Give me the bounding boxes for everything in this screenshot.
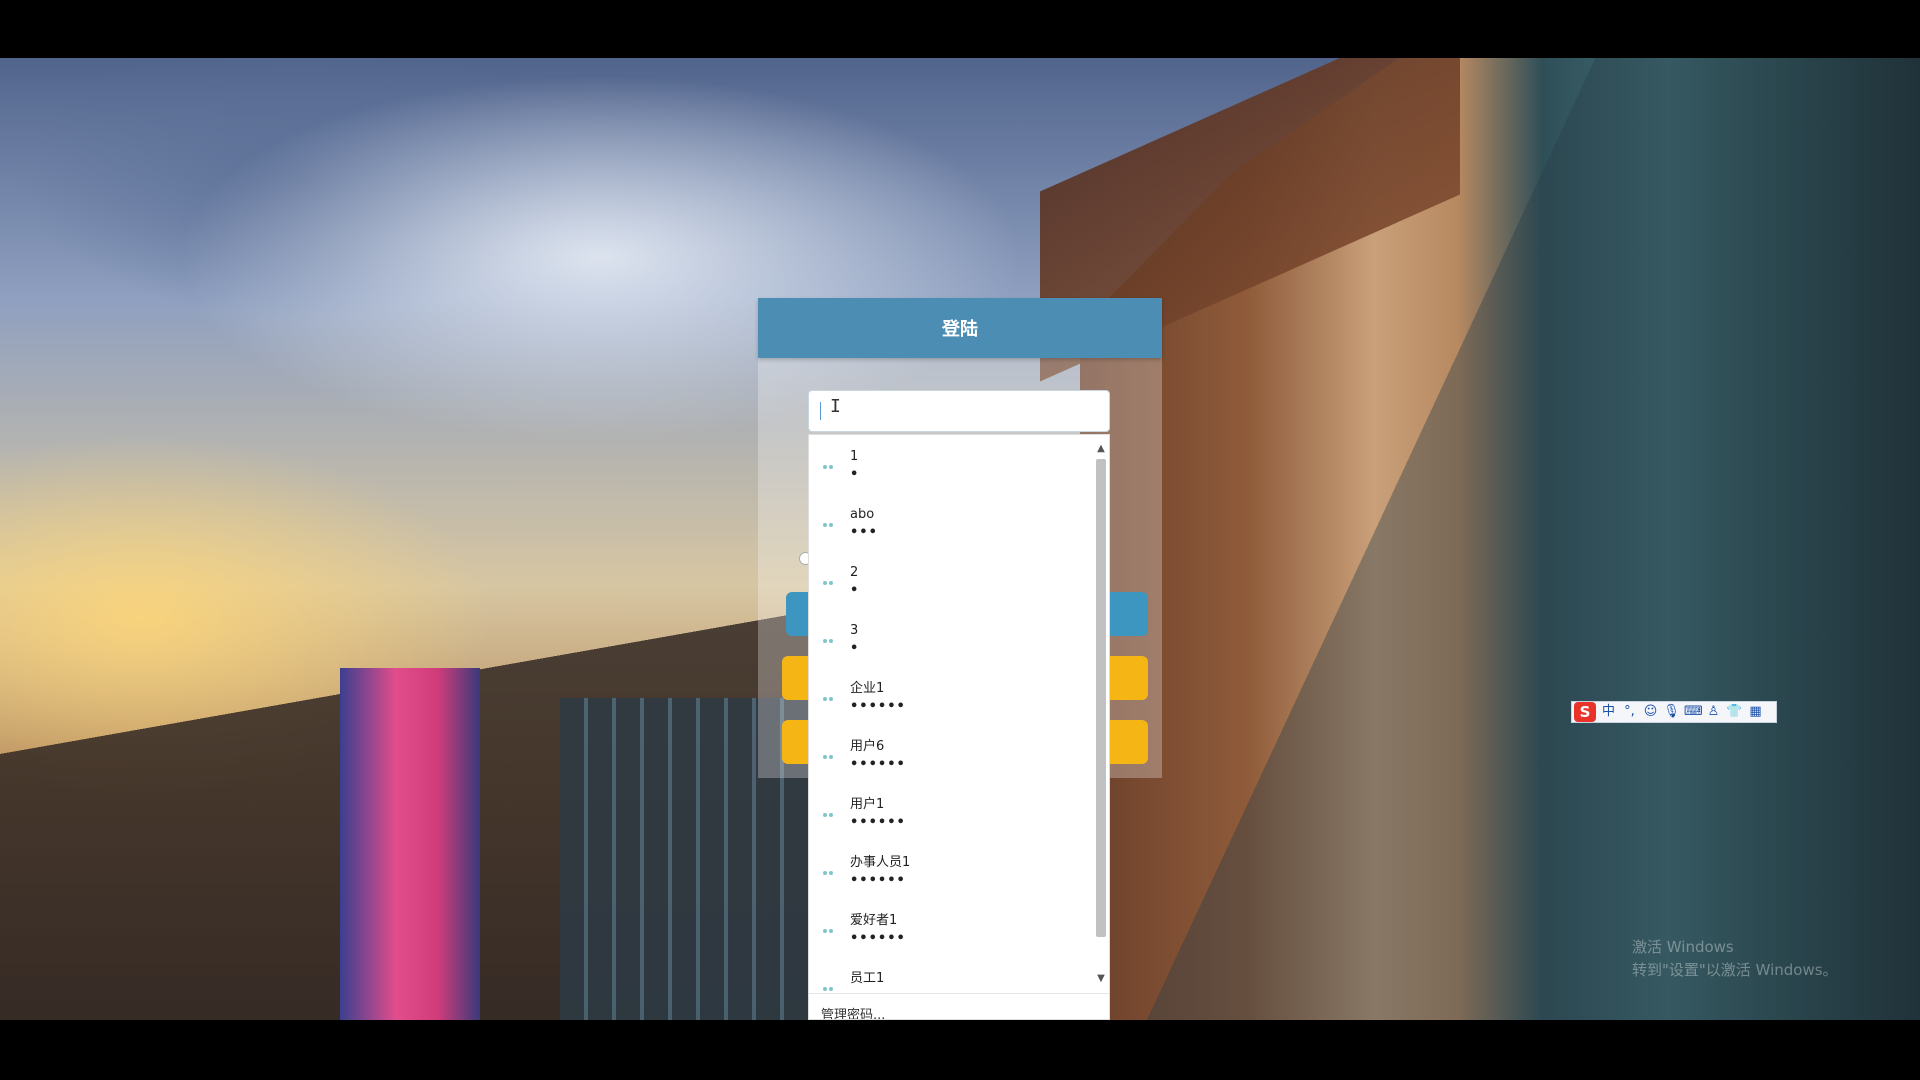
ime-mode-chinese[interactable]: 中 [1600, 702, 1617, 722]
key-icon [823, 523, 837, 529]
text-caret [820, 402, 821, 420]
username-input[interactable] [808, 390, 1110, 432]
suggestion-password: • [850, 467, 860, 482]
suggestion-password: • [850, 583, 860, 598]
suggestion-item[interactable]: abo ••• [809, 497, 1093, 555]
suggestion-password: ••• [850, 525, 878, 540]
suggestion-username: 员工1 [850, 971, 885, 986]
suggestion-username: 企业1 [850, 681, 885, 696]
suggestion-username: abo [850, 507, 875, 522]
suggestion-username: 用户6 [850, 739, 885, 754]
suggestion-item[interactable]: 2 • [809, 555, 1093, 613]
suggestion-password: •••••• [850, 931, 906, 946]
suggestion-list: 1 • abo ••• 2 • 3 • 企业1 •••••• 用户6 •••••… [809, 439, 1093, 993]
suggestion-password: •••••• [850, 699, 906, 714]
scroll-up-arrow-icon[interactable]: ▲ [1093, 441, 1109, 457]
autofill-dropdown: 1 • abo ••• 2 • 3 • 企业1 •••••• 用户6 •••••… [808, 434, 1110, 1020]
key-icon [823, 929, 837, 935]
punctuation-icon[interactable]: °, [1621, 702, 1638, 722]
key-icon [823, 697, 837, 703]
suggestion-password: •••••• [850, 757, 906, 772]
suggestion-item[interactable]: 员工1 [809, 961, 1093, 993]
ibeam-cursor-icon: I [830, 396, 841, 417]
scroll-thumb[interactable] [1096, 459, 1106, 937]
key-icon [823, 813, 837, 819]
manage-passwords-link[interactable]: 管理密码... [809, 993, 1109, 1019]
suggestion-username: 用户1 [850, 797, 885, 812]
suggestion-item[interactable]: 用户6 •••••• [809, 729, 1093, 787]
keyboard-icon[interactable]: ⌨ [1684, 702, 1703, 722]
suggestion-password: •••••• [850, 873, 906, 888]
watermark-line-1: 激活 Windows [1632, 938, 1734, 956]
suggestion-item[interactable]: 爱好者1 •••••• [809, 903, 1093, 961]
suggestion-item[interactable]: 用户1 •••••• [809, 787, 1093, 845]
key-icon [823, 639, 837, 645]
dropdown-scrollbar[interactable]: ▲ ▼ [1093, 441, 1109, 987]
key-icon [823, 465, 837, 471]
watermark-line-2: 转到"设置"以激活 Windows。 [1632, 961, 1838, 979]
suggestion-username: 3 [850, 623, 859, 638]
emoji-icon[interactable]: ☺ [1642, 702, 1659, 722]
user-icon[interactable]: ♙ [1705, 702, 1722, 722]
suggestion-item[interactable]: 1 • [809, 439, 1093, 497]
suggestion-item[interactable]: 3 • [809, 613, 1093, 671]
toolbox-grid-icon[interactable]: ▦ [1747, 702, 1764, 722]
skin-shirt-icon[interactable]: 👕 [1726, 702, 1743, 722]
microphone-icon[interactable]: 🎙 [1663, 702, 1680, 722]
suggestion-item[interactable]: 办事人员1 •••••• [809, 845, 1093, 903]
key-icon [823, 755, 837, 761]
login-title: 登陆 [758, 298, 1162, 358]
colored-tower [340, 668, 480, 1020]
suggestion-username: 爱好者1 [850, 913, 898, 928]
sogou-logo-icon[interactable]: S [1574, 702, 1596, 722]
letterbox-bottom [0, 1020, 1920, 1080]
ime-toolbar[interactable]: S 中 °, ☺ 🎙 ⌨ ♙ 👕 ▦ [1571, 701, 1777, 723]
key-icon [823, 871, 837, 877]
windows-activation-watermark: 激活 Windows 转到"设置"以激活 Windows。 [1632, 936, 1872, 982]
suggestion-username: 办事人员1 [850, 855, 911, 870]
suggestion-password: • [850, 641, 860, 656]
scroll-down-arrow-icon[interactable]: ▼ [1093, 971, 1109, 987]
key-icon [823, 581, 837, 587]
letterbox-top [0, 0, 1920, 58]
suggestion-username: 1 [850, 449, 859, 464]
suggestion-password: •••••• [850, 815, 906, 830]
suggestion-item[interactable]: 企业1 •••••• [809, 671, 1093, 729]
suggestion-username: 2 [850, 565, 859, 580]
